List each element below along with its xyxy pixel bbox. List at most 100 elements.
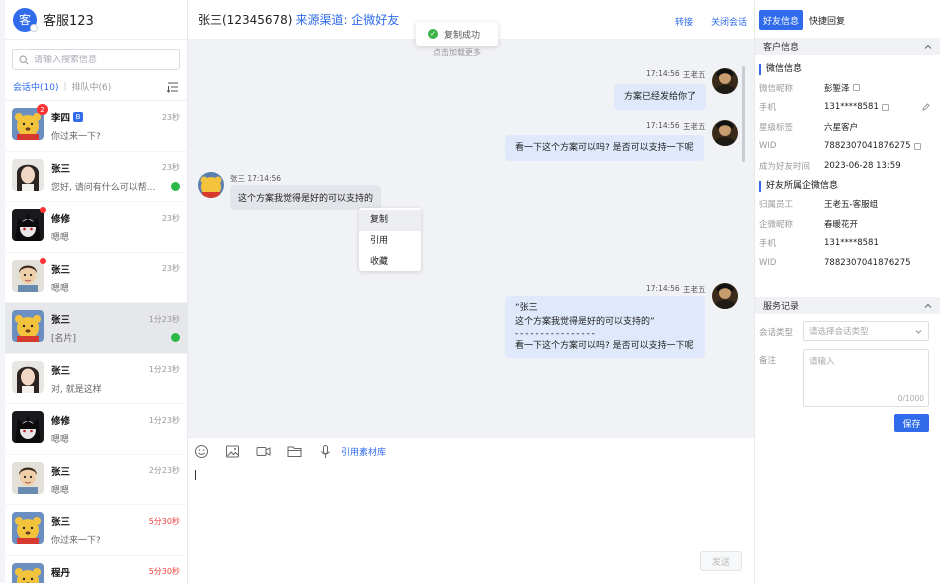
info-row: 企微昵称 春暖花开 <box>755 214 940 234</box>
menu-item-copy[interactable]: 复制 <box>359 210 421 231</box>
avatar <box>12 461 44 494</box>
transfer-button[interactable]: 转接 <box>675 15 693 28</box>
info-value: 2023-06-28 13:59 <box>824 160 901 171</box>
wait-time: 5分30秒 <box>148 516 180 526</box>
avatar <box>12 158 44 191</box>
wechat-info-list: 微信昵称 彭錾泽 手机 131****8581 星级标签 六星客户 WID 788230704… <box>755 78 940 176</box>
message-bubble[interactable]: 方案已经发给你了 <box>614 84 707 110</box>
folder-icon[interactable] <box>287 444 302 459</box>
unread-dot <box>40 257 46 264</box>
menu-item-quote[interactable]: 引用 <box>359 231 421 252</box>
contact-name: 张三 <box>51 163 71 175</box>
tab-queue[interactable]: 排队中(6) <box>72 80 112 93</box>
wechat-info-title: 微信信息 <box>759 64 940 75</box>
customer-info-header[interactable]: 客户信息 <box>755 38 940 55</box>
conversation-item[interactable]: 张三 23秒您好, 请问有什么可以帮... <box>5 152 187 202</box>
unread-dot <box>40 207 46 213</box>
emoji-icon[interactable] <box>194 444 209 459</box>
session-tabs: 会话中(10) | 排队中(6) <box>5 73 187 101</box>
tab-friend-info[interactable]: 好友信息 <box>759 10 804 30</box>
conversation-item[interactable]: 张三 1分23秒 [名片] <box>5 303 187 354</box>
search-input[interactable] <box>34 54 174 65</box>
chevron-down-icon <box>915 329 922 334</box>
last-message: [名片] <box>51 334 77 344</box>
load-more-link[interactable]: 点击加载更多 <box>433 47 481 58</box>
message-input[interactable]: 发送 <box>188 465 754 583</box>
wait-time: 1分23秒 <box>148 314 180 324</box>
tab-quick-reply[interactable]: 快捷回复 <box>809 14 845 27</box>
conversation-item[interactable]: 修修 1分23秒 嗯嗯 <box>5 404 187 455</box>
wait-time: 1分23秒 <box>148 365 180 374</box>
note-placeholder: 请输入 <box>809 357 835 367</box>
last-message: 对, 就是这样 <box>51 384 102 395</box>
search-box[interactable] <box>12 49 180 70</box>
sort-icon[interactable] <box>167 81 179 93</box>
wait-time: 23秒 <box>161 112 180 122</box>
conversation-item[interactable]: 张三 5分30秒 你过来一下? <box>5 505 187 556</box>
last-message: 您好, 请问有什么可以帮... <box>51 182 156 193</box>
unread-badge: 2 <box>37 104 48 115</box>
customer-avatar <box>198 172 224 198</box>
copy-icon[interactable] <box>852 84 860 92</box>
wait-time: 5分30秒 <box>148 567 180 576</box>
info-row: 星级标签 六星客户 <box>755 117 940 137</box>
session-type-select[interactable]: 请选择会话类型 <box>803 321 929 341</box>
agent-avatar <box>712 283 738 309</box>
avatar <box>12 512 44 544</box>
chat-source: 来源渠道: 企微好友 <box>295 13 400 27</box>
conversation-item[interactable]: 修修 23秒 嗯嗯 <box>5 202 187 253</box>
last-message: 嗯嗯 <box>51 283 70 294</box>
conversation-list: 2 李四 B 23秒 你过来一下? 张三 23秒 您好, 请问有什么可以帮... 修修 23秒 嗯嗯… <box>5 101 187 583</box>
right-tabs: 好友信息 快捷回复 <box>755 0 940 40</box>
message-bubble[interactable]: 看一下这个方案可以吗? 是否可以支持一下呢 <box>505 135 704 161</box>
conversation-item[interactable]: 2 李四 B 23秒 你过来一下? <box>5 101 187 152</box>
chevron-up-icon[interactable] <box>924 302 932 310</box>
conversation-item[interactable]: 张三 1分23秒对, 就是这样 <box>5 354 187 404</box>
scrollbar[interactable] <box>742 66 745 162</box>
copy-icon[interactable] <box>913 142 921 150</box>
message-meta: 张三 17:14:56 <box>230 174 282 183</box>
image-icon[interactable] <box>225 444 240 459</box>
menu-item-favorite[interactable]: 收藏 <box>359 252 421 273</box>
send-button[interactable]: 发送 <box>700 551 742 571</box>
contact-name: 张三 <box>51 365 71 377</box>
conversation-item[interactable]: 张三 2分23秒 嗯嗯 <box>5 455 187 505</box>
last-message: 嗯嗯 <box>51 485 70 496</box>
service-record-header[interactable]: 服务记录 <box>755 297 940 314</box>
message-bubble[interactable]: 这个方案我觉得是好的可以支持的 <box>230 185 382 210</box>
chevron-up-icon[interactable] <box>924 43 932 51</box>
avatar <box>12 562 44 583</box>
message-sender: 王老五 <box>683 285 706 294</box>
text-caret <box>195 470 196 480</box>
contact-name: 修修 <box>51 214 71 225</box>
conversation-item[interactable]: 张三 23秒 嗯嗯 <box>5 253 187 303</box>
session-type-label: 会话类型 <box>759 328 794 338</box>
info-row: WID 7882307041876275 <box>755 137 940 157</box>
copy-icon[interactable] <box>881 103 889 111</box>
tab-in-session[interactable]: 会话中(10) <box>13 80 58 93</box>
material-library-link[interactable]: 引用素材库 <box>341 445 386 458</box>
message-sender: 王老五 <box>683 122 706 131</box>
info-label: 归属员工 <box>759 200 794 211</box>
success-check-icon: ✓ <box>428 29 438 39</box>
message-time: 17:14:56 <box>646 69 680 78</box>
app-header: 客 客服123 <box>5 0 187 40</box>
conversation-item[interactable]: 程丹 5分30秒 <box>5 556 187 583</box>
save-button[interactable]: 保存 <box>894 414 929 432</box>
microphone-icon[interactable] <box>318 444 333 459</box>
info-value: 7882307041876275 <box>824 257 911 268</box>
info-value: 131****8581 <box>824 238 879 249</box>
info-label: WID <box>759 141 777 152</box>
wechat-icon <box>171 181 180 191</box>
note-textarea[interactable]: 请输入 0/1000 <box>803 349 929 407</box>
video-icon[interactable] <box>256 444 271 459</box>
copy-success-toast: ✓ 复制成功 <box>416 22 498 46</box>
corp-info-title: 好友所属企微信息 <box>759 180 940 192</box>
wait-time: 23秒 <box>161 163 180 172</box>
quoted-message-bubble[interactable]: “张三 这个方案我觉得是好的可以支持的” - - - - - - - - - -… <box>505 296 705 358</box>
close-session-button[interactable]: 关闭会话 <box>711 15 747 28</box>
edit-icon[interactable] <box>922 103 930 111</box>
corp-info-list: 归属员工 王老五-客服组 企微昵称 春暖花开 手机 131****8581 WID 78823… <box>755 195 940 273</box>
char-count: 0/1000 <box>897 394 924 403</box>
contact-name: 张三 <box>51 517 71 528</box>
